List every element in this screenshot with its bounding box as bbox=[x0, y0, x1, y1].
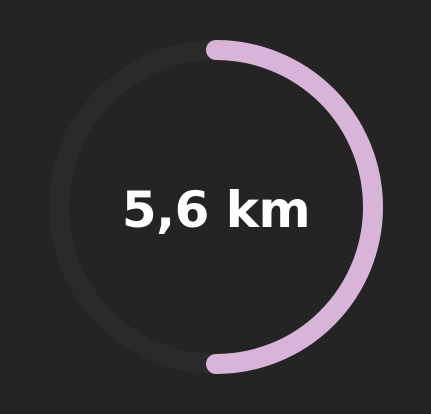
distance-value: 5,6 km bbox=[121, 181, 311, 239]
distance-progress-widget: 5,6 km bbox=[0, 0, 431, 414]
